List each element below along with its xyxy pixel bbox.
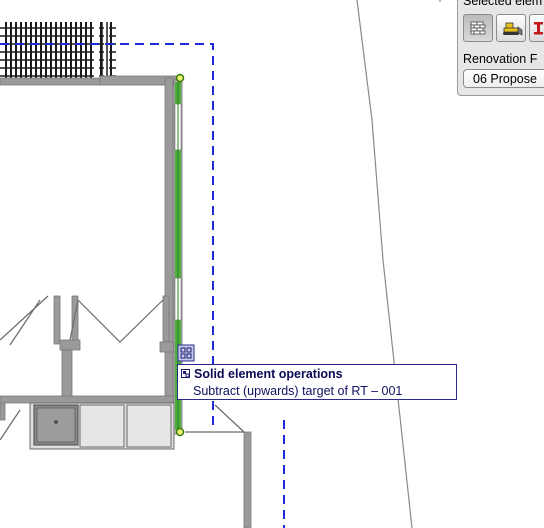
palette-title: Selected elem (463, 0, 543, 8)
demolish-tool-button[interactable] (496, 14, 526, 42)
beam-icon (534, 22, 543, 35)
railing-hatch[interactable] (0, 22, 116, 78)
renovation-filter-select[interactable]: 06 Propose (463, 69, 544, 88)
brick-wall-icon (470, 21, 486, 35)
selection-handle-bottom (175, 427, 185, 437)
selection-handle-top (175, 73, 185, 83)
solid-operation-icon[interactable] (177, 344, 195, 362)
selected-elements-palette: Selected elem Renovation F 06 Propose (457, 0, 544, 96)
site-boundary-lines[interactable] (356, 0, 441, 528)
renovation-filter-label: Renovation F (463, 52, 538, 66)
solid-operation-tooltip-icon (181, 369, 190, 378)
tooltip-title: Solid element operations (194, 367, 343, 381)
bulldozer-icon (503, 22, 523, 36)
renovation-filter-value: 06 Propose (473, 72, 537, 86)
wall-tool-button[interactable] (463, 14, 493, 42)
zone-boundary-dashed[interactable] (0, 43, 285, 528)
tooltip-subtitle: Subtract (upwards) target of RT – 001 (193, 384, 403, 398)
kitchen-counter[interactable] (29, 402, 175, 450)
new-tool-button[interactable] (529, 14, 544, 42)
element-info-tooltip: Solid element operations Subtract (upwar… (177, 364, 457, 400)
